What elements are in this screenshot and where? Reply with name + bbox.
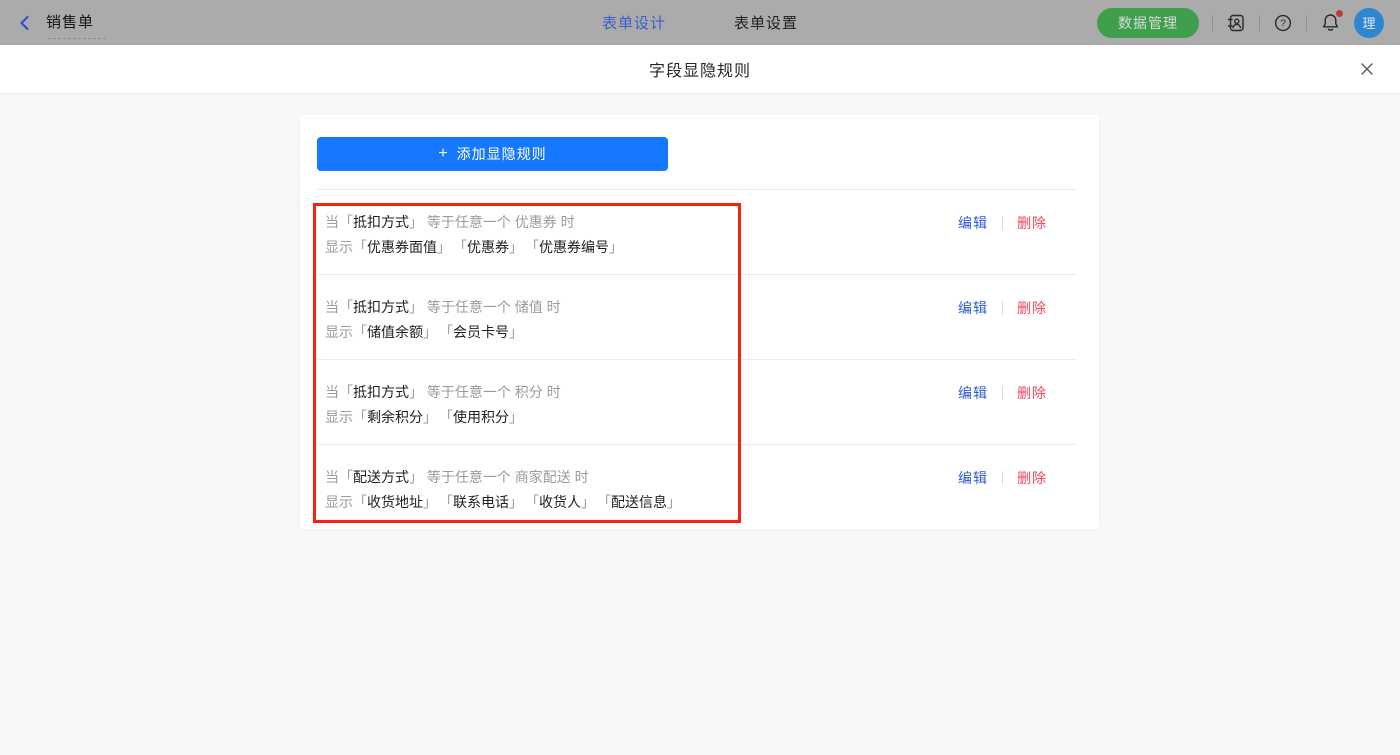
close-icon[interactable]: [1359, 61, 1375, 77]
form-title-label: 销售单: [46, 14, 95, 31]
delete-button[interactable]: 删除: [1017, 468, 1047, 488]
edit-button[interactable]: 编辑: [958, 213, 988, 233]
rule-show-line: 显示「收货地址」 「联系电话」 「收货人」 「配送信息」: [325, 494, 681, 510]
svg-text:?: ?: [1280, 17, 1286, 29]
data-manage-button[interactable]: 数据管理: [1097, 7, 1199, 38]
rule-row: 当「抵扣方式」 等于任意一个 积分 时 显示「剩余积分」 「使用积分」 编辑 删除: [317, 360, 1076, 445]
bell-icon[interactable]: [1320, 10, 1343, 33]
rule-row: 当「抵扣方式」 等于任意一个 储值 时 显示「储值余额」 「会员卡号」 编辑 删除: [317, 275, 1076, 360]
rule-description: 当「抵扣方式」 等于任意一个 积分 时 显示「剩余积分」 「使用积分」: [317, 380, 561, 444]
rule-condition-line: 当「配送方式」 等于任意一个 商家配送 时: [325, 469, 589, 485]
delete-button[interactable]: 删除: [1017, 383, 1047, 403]
tab-form-design[interactable]: 表单设计: [602, 12, 666, 33]
tab-form-settings[interactable]: 表单设置: [734, 12, 798, 33]
help-icon[interactable]: ?: [1273, 13, 1293, 33]
chevron-left-icon: [16, 14, 34, 32]
rule-row: 当「配送方式」 等于任意一个 商家配送 时 显示「收货地址」 「联系电话」 「收货人…: [317, 445, 1076, 530]
rule-row: 当「抵扣方式」 等于任意一个 优惠券 时 显示「优惠券面值」 「优惠券」 「优惠券编…: [317, 190, 1076, 275]
divider: [1259, 14, 1260, 31]
rule-description: 当「配送方式」 等于任意一个 商家配送 时 显示「收货地址」 「联系电话」 「收货人…: [317, 465, 681, 530]
contacts-book-icon[interactable]: [1226, 13, 1246, 33]
rules-card: + 添加显隐规则 当「抵扣方式」 等于任意一个 优惠券 时 显示「优惠券面值」「…: [300, 115, 1099, 529]
edit-button[interactable]: 编辑: [958, 468, 988, 488]
rules-list: 当「抵扣方式」 等于任意一个 优惠券 时 显示「优惠券面值」 「优惠券」 「优惠券编…: [317, 190, 1076, 530]
topbar: 销售单 表单设计 表单设置 数据管理 ? 理: [0, 0, 1400, 45]
back-button[interactable]: [16, 14, 34, 32]
form-title[interactable]: 销售单: [46, 11, 107, 39]
delete-button[interactable]: 删除: [1017, 213, 1047, 233]
rule-actions: 编辑 删除: [958, 380, 1047, 405]
modal-header: 字段显隐规则: [0, 45, 1400, 94]
rule-actions: 编辑 删除: [958, 210, 1047, 235]
rule-condition-line: 当「抵扣方式」 等于任意一个 储值 时: [325, 299, 561, 315]
rule-description: 当「抵扣方式」 等于任意一个 优惠券 时 显示「优惠券面值」 「优惠券」 「优惠券编…: [317, 210, 623, 274]
rule-show-line: 显示「优惠券面值」 「优惠券」 「优惠券编号」: [325, 239, 623, 255]
rule-condition-line: 当「抵扣方式」 等于任意一个 积分 时: [325, 384, 561, 400]
topbar-tabs: 表单设计 表单设置: [602, 0, 798, 45]
rule-condition-line: 当「抵扣方式」 等于任意一个 优惠券 时: [325, 214, 575, 230]
app: { "topbar": { "form_title": "销售单", "tabs…: [0, 0, 1400, 755]
avatar[interactable]: 理: [1354, 7, 1384, 38]
topbar-actions: 数据管理 ? 理: [1097, 0, 1384, 45]
edit-button[interactable]: 编辑: [958, 298, 988, 318]
divider: [1002, 215, 1003, 230]
rule-description: 当「抵扣方式」 等于任意一个 储值 时 显示「储值余额」 「会员卡号」: [317, 295, 561, 359]
notification-dot: [1336, 10, 1343, 17]
divider: [1212, 14, 1213, 31]
edit-button[interactable]: 编辑: [958, 383, 988, 403]
rule-show-line: 显示「剩余积分」 「使用积分」: [325, 409, 523, 425]
modal-body: + 添加显隐规则 当「抵扣方式」 等于任意一个 优惠券 时 显示「优惠券面值」「…: [0, 95, 1400, 755]
divider: [1002, 470, 1003, 485]
divider: [1002, 385, 1003, 400]
rule-show-line: 显示「储值余额」 「会员卡号」: [325, 324, 523, 340]
add-rule-button-label: 添加显隐规则: [456, 146, 547, 162]
divider: [1306, 14, 1307, 31]
plus-icon: +: [438, 145, 449, 162]
add-rule-button[interactable]: + 添加显隐规则: [317, 137, 668, 171]
delete-button[interactable]: 删除: [1017, 298, 1047, 318]
divider: [1002, 300, 1003, 315]
rule-actions: 编辑 删除: [958, 295, 1047, 320]
modal-title: 字段显隐规则: [648, 63, 751, 80]
rule-actions: 编辑 删除: [958, 465, 1047, 490]
editable-title-underline: [48, 38, 107, 39]
